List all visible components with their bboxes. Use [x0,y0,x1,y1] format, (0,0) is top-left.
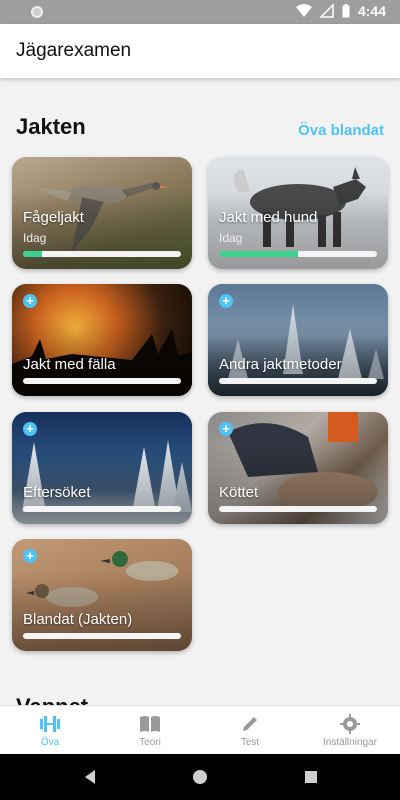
app-bar: Jägarexamen [0,24,400,78]
card-subtitle: Idag [23,231,47,245]
category-card-kottet[interactable]: + Köttet [208,412,388,524]
cell-signal-icon [319,4,334,18]
card-title: Andra jaktmetoder [219,356,342,373]
progress-bar [23,378,181,384]
tab-test[interactable]: Test [200,706,300,754]
add-icon[interactable]: + [23,549,37,563]
app-title: Jägarexamen [16,40,132,61]
section-title: Jakten [16,114,86,139]
tab-label: Test [240,737,260,748]
progress-bar [23,251,181,257]
gear-icon [340,714,360,734]
tab-label: Inställningar [323,737,377,748]
system-nav-bar [0,754,400,800]
progress-bar [23,506,181,512]
tab-ova[interactable]: Öva [0,706,100,754]
card-title: Blandat (Jakten) [23,611,133,628]
category-card-eftersoket[interactable]: + Eftersöket [12,412,192,524]
card-title: Jakt med hund [219,209,318,226]
content-scroll[interactable]: Jakten Öva blandat Fågeljakt Idag Jakt m… [0,78,400,705]
category-card-fageljakt[interactable]: Fågeljakt Idag [12,157,192,269]
tab-teori[interactable]: Teori [100,706,200,754]
tab-installningar[interactable]: Inställningar [300,706,400,754]
progress-fill [23,251,42,257]
add-icon[interactable]: + [219,422,233,436]
category-card-blandat-jakten[interactable]: + Blandat (Jakten) [12,539,192,651]
battery-icon [342,4,350,18]
category-card-jakt-med-hund[interactable]: Jakt med hund Idag [208,157,388,269]
tab-label: Öva [40,737,60,748]
notification-dot-icon [31,6,43,18]
progress-bar [219,506,377,512]
practice-mixed-link[interactable]: Öva blandat [298,122,384,139]
add-icon[interactable]: + [219,294,233,308]
category-card-jakt-med-falla[interactable]: + Jakt med fälla [12,284,192,396]
add-icon[interactable]: + [23,422,37,436]
card-title: Köttet [219,484,259,501]
status-time: 4:44 [357,3,386,19]
recents-icon[interactable] [303,769,319,785]
add-icon[interactable]: + [23,294,37,308]
progress-bar [219,378,377,384]
card-title: Eftersöket [23,484,91,501]
card-title: Jakt med fälla [23,356,116,373]
status-bar: 4:44 [0,0,400,24]
tab-label: Teori [139,737,161,748]
category-card-andra-jaktmetoder[interactable]: + Andra jaktmetoder [208,284,388,396]
progress-fill [219,251,298,257]
home-icon[interactable] [192,769,208,785]
book-icon [140,716,160,732]
dumbbell-icon [40,716,60,732]
back-icon[interactable] [82,769,98,785]
bottom-nav: Öva Teori Test Inställningar [0,705,400,754]
wifi-icon [295,4,312,17]
next-section-title: Vapnet [16,694,88,705]
card-title: Fågeljakt [23,209,84,226]
pencil-icon [243,717,257,731]
card-subtitle: Idag [219,231,243,245]
progress-bar [23,633,181,639]
progress-bar [219,251,377,257]
